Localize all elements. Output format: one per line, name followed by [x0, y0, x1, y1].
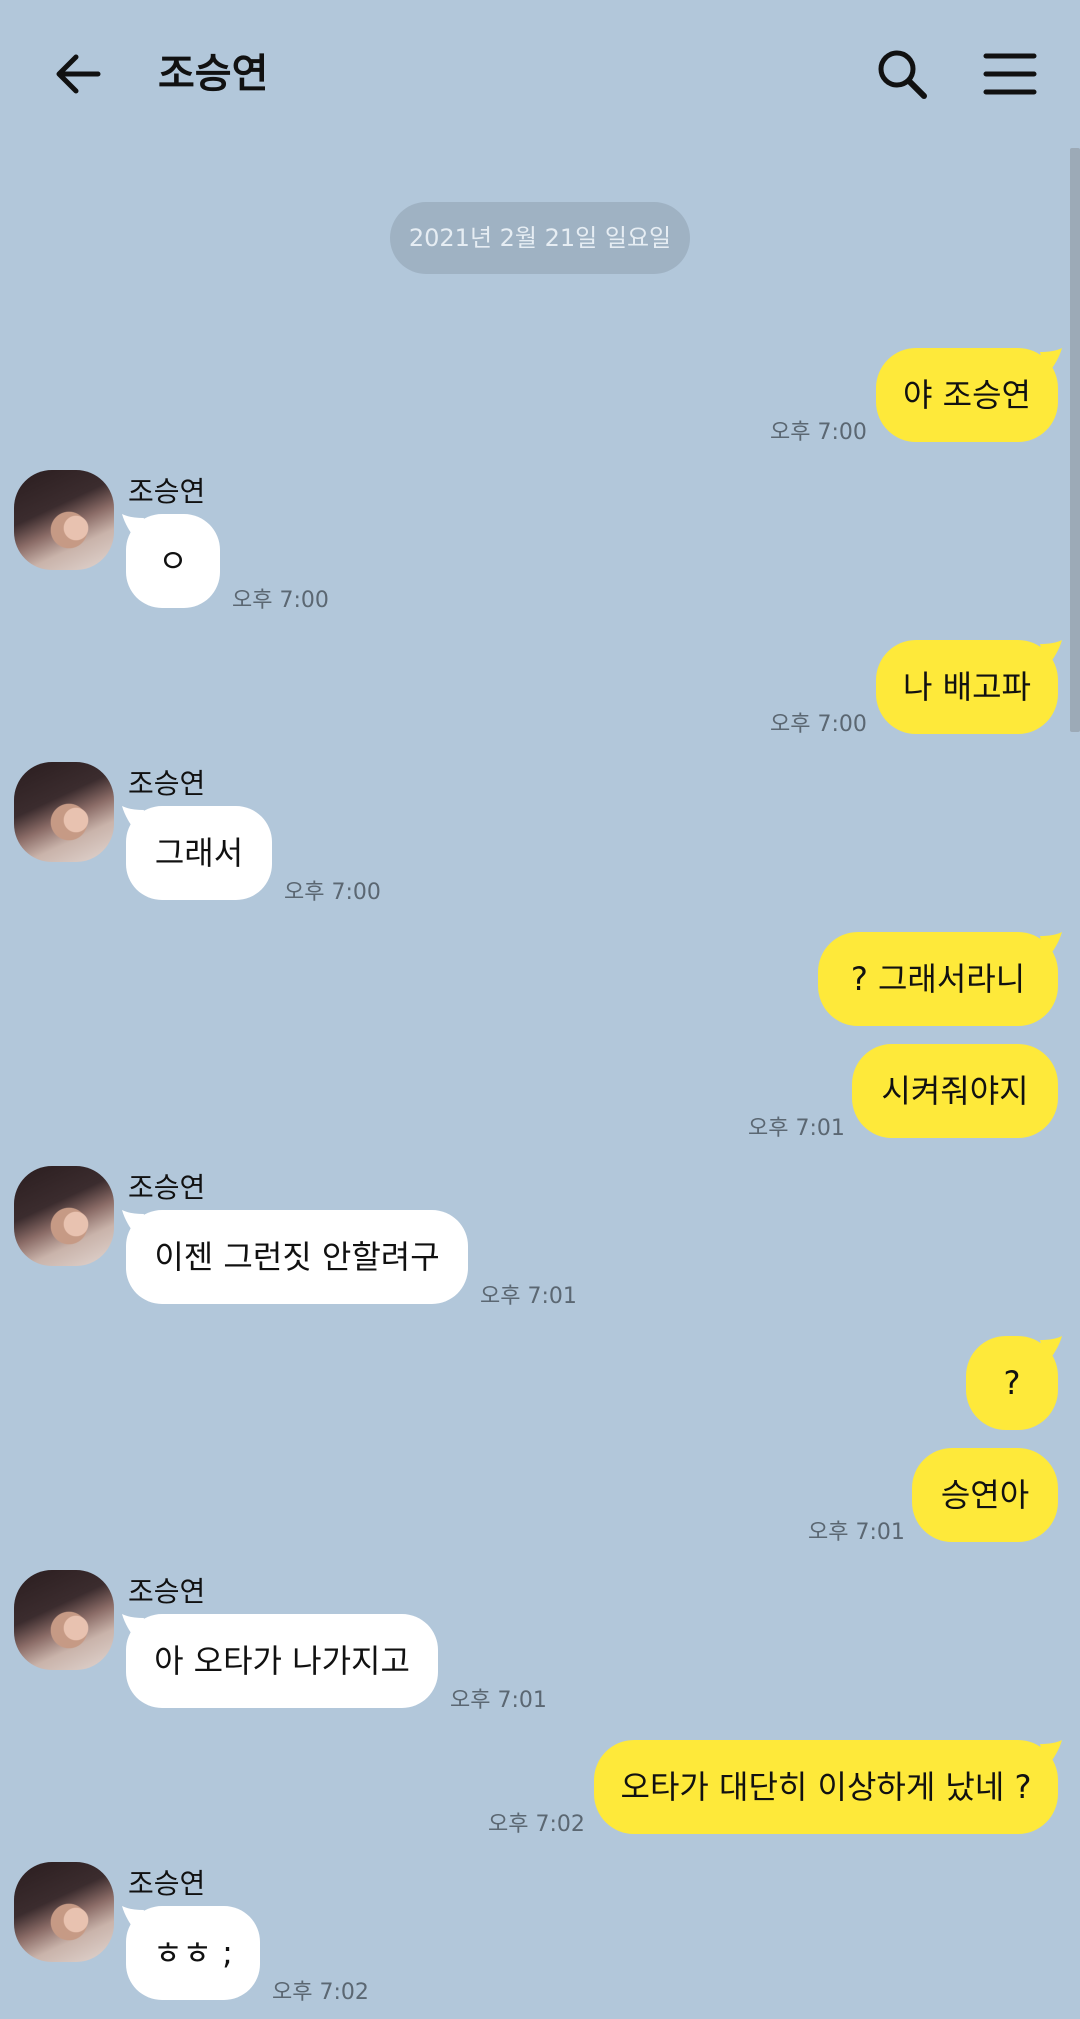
message-time: 오후 7:00 — [232, 588, 329, 613]
hamburger-menu-icon — [983, 53, 1037, 95]
message-time: 오후 7:02 — [488, 1812, 585, 1837]
avatar[interactable] — [14, 470, 114, 570]
chat-header: 조승연 — [0, 0, 1080, 148]
sender-name: 조승연 — [128, 1171, 206, 1204]
their-bubble-tail — [122, 1614, 144, 1642]
their-message-bubble[interactable]: 이젠 그런짓 안할려구 — [126, 1210, 468, 1304]
their-message-bubble[interactable]: ㅎㅎ ; — [126, 1906, 260, 2000]
message-time: 오후 7:02 — [272, 1980, 369, 2005]
back-button[interactable] — [48, 44, 108, 104]
their-message-bubble[interactable]: 아 오타가 나가지고 — [126, 1614, 438, 1708]
message-time: 오후 7:00 — [770, 420, 867, 445]
sender-name: 조승연 — [128, 1575, 206, 1608]
my-bubble-tail — [1040, 640, 1062, 668]
chat-title: 조승연 — [158, 51, 269, 97]
their-bubble-tail — [122, 1906, 144, 1934]
my-bubble-tail — [1040, 348, 1062, 376]
their-bubble-tail — [122, 806, 144, 834]
their-bubble-tail — [122, 514, 144, 542]
my-bubble-tail — [1040, 932, 1062, 960]
my-message-bubble[interactable]: 시켜줘야지 — [852, 1044, 1058, 1138]
date-divider: 2021년 2월 21일 일요일 — [390, 202, 690, 274]
search-icon — [878, 50, 927, 99]
scrollbar[interactable] — [1070, 148, 1080, 732]
my-message-bubble[interactable]: 야 조승연 — [876, 348, 1058, 442]
my-message-bubble[interactable]: 승연아 — [912, 1448, 1058, 1542]
my-bubble-tail — [1040, 1740, 1062, 1768]
message-time: 오후 7:01 — [450, 1688, 547, 1713]
message-time: 오후 7:01 — [480, 1284, 577, 1309]
sender-name: 조승연 — [128, 475, 206, 508]
their-bubble-tail — [122, 1210, 144, 1238]
message-time: 오후 7:01 — [808, 1520, 905, 1545]
avatar[interactable] — [14, 1166, 114, 1266]
arrow-left-icon — [56, 54, 101, 94]
message-time: 오후 7:00 — [284, 880, 381, 905]
avatar[interactable] — [14, 1570, 114, 1670]
my-message-bubble[interactable]: ? 그래서라니 — [818, 932, 1058, 1026]
message-time: 오후 7:01 — [748, 1116, 845, 1141]
avatar[interactable] — [14, 762, 114, 862]
message-time: 오후 7:00 — [770, 712, 867, 737]
my-message-bubble[interactable]: 나 배고파 — [876, 640, 1058, 734]
search-button[interactable] — [872, 44, 932, 104]
sender-name: 조승연 — [128, 767, 206, 800]
avatar[interactable] — [14, 1862, 114, 1962]
their-message-bubble[interactable]: 그래서 — [126, 806, 272, 900]
my-bubble-tail — [1040, 1336, 1062, 1364]
menu-button[interactable] — [980, 44, 1040, 104]
my-message-bubble[interactable]: 오타가 대단히 이상하게 났네 ? — [594, 1740, 1058, 1834]
sender-name: 조승연 — [128, 1867, 206, 1900]
